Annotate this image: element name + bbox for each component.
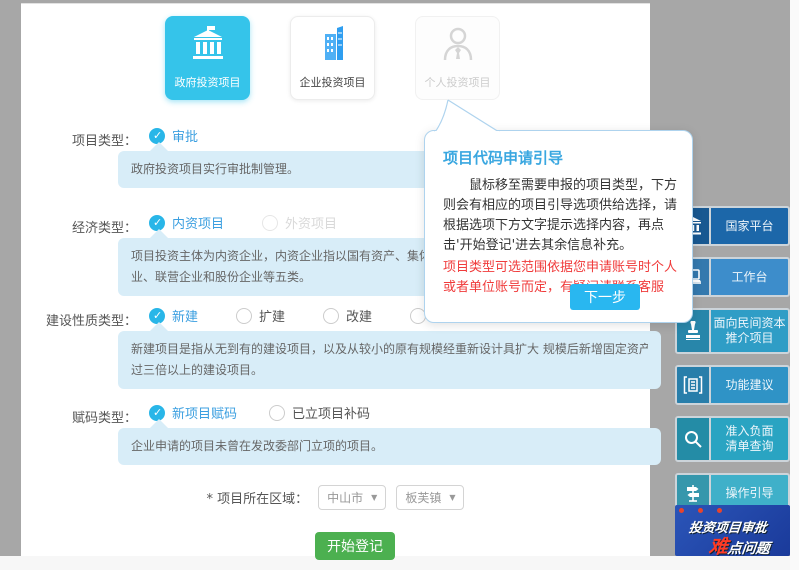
search-icon	[677, 418, 711, 460]
sidebar-item-negative-list-search[interactable]: 准入负面 清单查询	[675, 416, 790, 462]
chevron-down-icon: ▼	[371, 493, 378, 502]
card-label: 企业投资项目	[299, 76, 366, 89]
card-enterprise-investment[interactable]: 企业投资项目	[290, 16, 375, 100]
window-edge-strip	[790, 0, 799, 570]
building-icon	[677, 367, 711, 403]
radio-option-rebuild[interactable]: 改建	[323, 306, 372, 325]
field-label-construction-type: 建设性质类型：	[45, 314, 137, 329]
radio-unchecked-icon	[269, 404, 286, 421]
tip-construction-type: 新建项目是指从无到有的建设项目，以及从较小的原有规模经重新设计具扩大 规模后新增…	[118, 322, 661, 389]
tooltip-body: 鼠标移至需要申报的项目类型，下方则会有相应的项目引导选项供给选择，请根据选项下方…	[443, 178, 678, 253]
banner-logo-dots	[679, 508, 722, 513]
banner-line2: 难点问题	[707, 536, 771, 556]
promo-banner[interactable]: 投资项目审批 难点问题	[675, 505, 790, 556]
project-type-cards: 政府投资项目 企业投资项目 个人投资项目	[165, 16, 500, 100]
city-select[interactable]: 中山市 ▼	[318, 485, 387, 510]
field-label-coding-type: 赋码类型：	[71, 411, 137, 426]
tooltip-title: 项目代码申请引导	[443, 149, 564, 167]
card-label: 政府投资项目	[174, 76, 241, 89]
field-label-economy-type: 经济类型：	[71, 221, 137, 236]
buildings-icon	[313, 26, 353, 66]
tip-coding-type: 企业申请的项目未曾在发改委部门立项的项目。	[118, 419, 661, 465]
radio-unchecked-icon	[236, 307, 253, 324]
next-step-button[interactable]: 下一步	[570, 284, 640, 310]
card-government-investment[interactable]: 政府投资项目	[165, 16, 250, 100]
sidebar-item-feature-suggestion[interactable]: 功能建议	[675, 365, 790, 405]
guide-tooltip: 项目代码申请引导 鼠标移至需要申报的项目类型，下方则会有相应的项目引导选项供给选…	[424, 99, 693, 323]
chevron-down-icon: ▼	[449, 493, 456, 502]
page-footer-strip	[0, 556, 790, 570]
field-label-project-type: 项目类型：	[71, 134, 137, 149]
tooltip-warning: 项目类型可选范围依据您申请账号时个人或者单位账号而定，有疑问请联系客服	[443, 260, 678, 295]
card-label: 个人投资项目	[424, 76, 491, 89]
person-icon	[438, 26, 478, 66]
radio-unchecked-icon	[323, 307, 340, 324]
radio-option-expand[interactable]: 扩建	[236, 306, 285, 325]
bank-icon	[188, 26, 228, 66]
radio-unchecked-icon	[262, 214, 279, 231]
card-personal-investment[interactable]: 个人投资项目	[415, 16, 500, 100]
town-select[interactable]: 板芙镇 ▼	[396, 485, 465, 510]
region-label: * 项目所在区域：	[206, 492, 309, 507]
radio-option-existing-project-code[interactable]: 已立项目补码	[269, 403, 370, 422]
tooltip-tail	[434, 99, 500, 133]
radio-option-foreign[interactable]: 外资项目	[262, 213, 337, 232]
start-register-button[interactable]: 开始登记	[315, 532, 395, 560]
